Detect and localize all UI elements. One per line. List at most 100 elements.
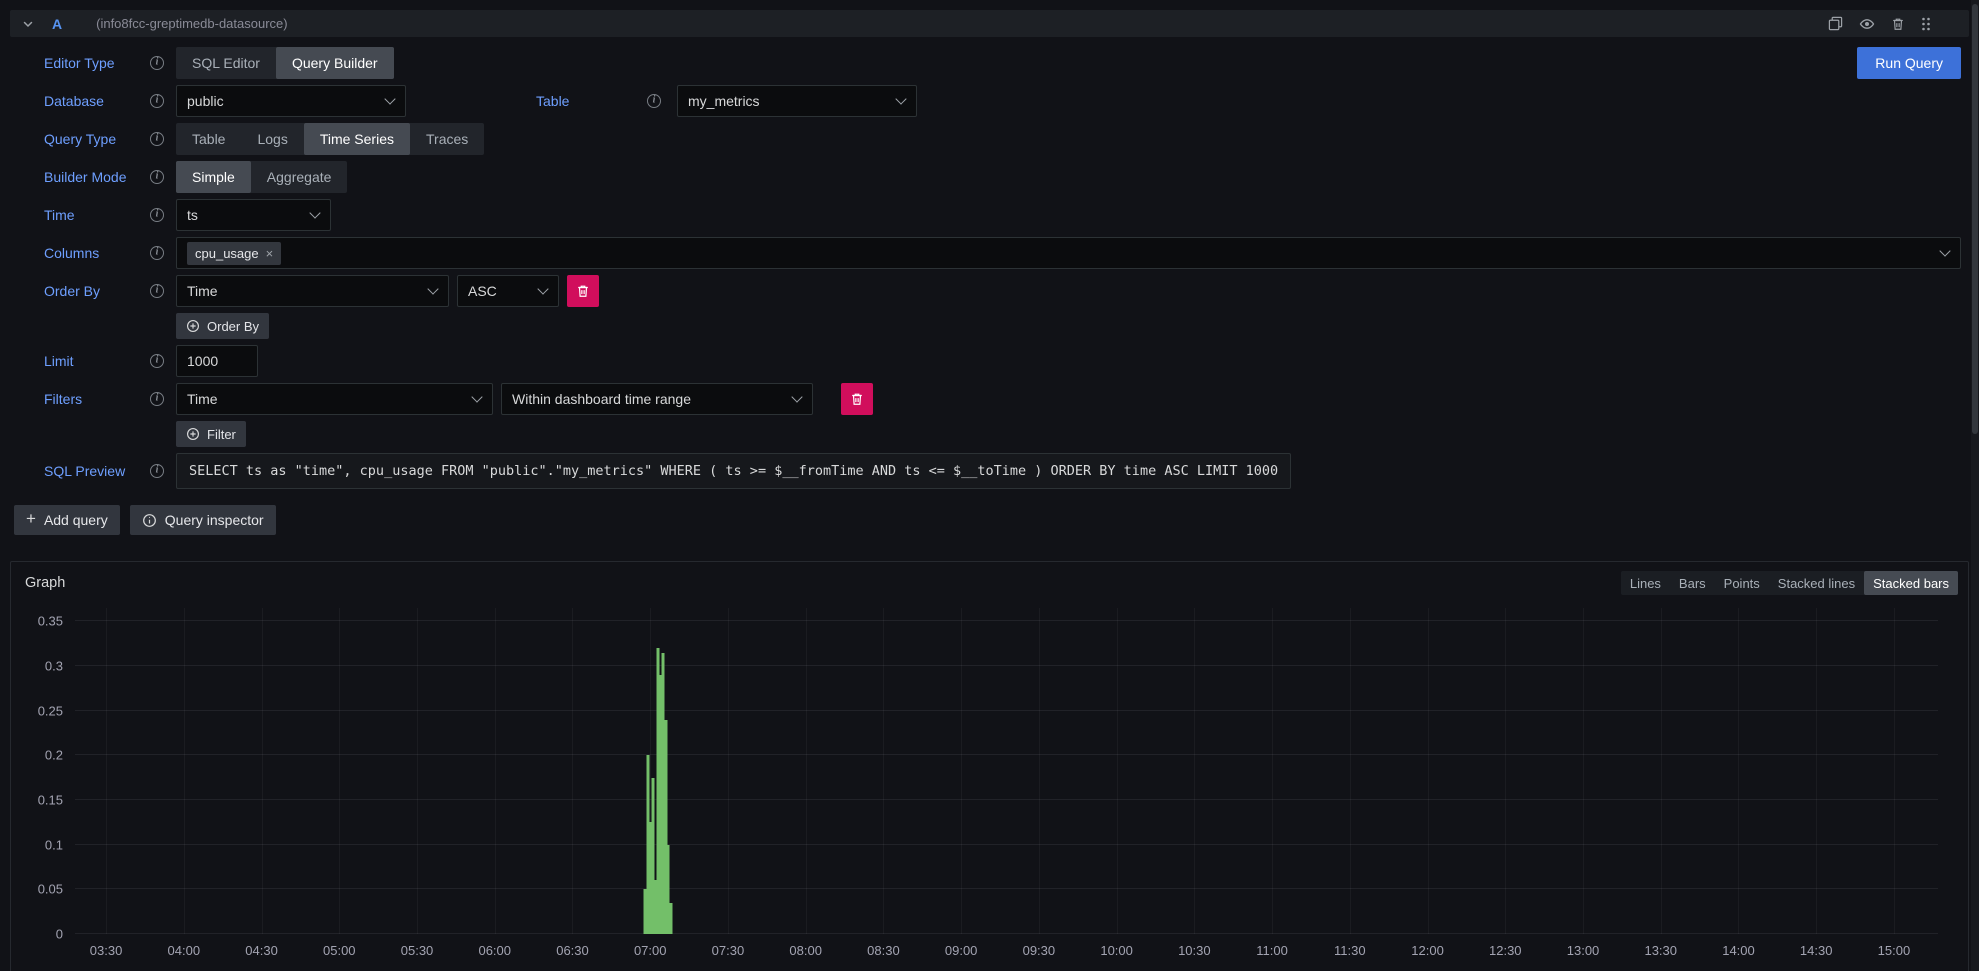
x-tick-label: 13:00 bbox=[1567, 943, 1600, 958]
order-by-field-select[interactable]: Time bbox=[176, 275, 449, 307]
column-tag[interactable]: cpu_usage × bbox=[187, 242, 281, 265]
info-icon[interactable] bbox=[150, 354, 164, 368]
y-tick-label: 0 bbox=[56, 928, 63, 941]
v-gridline bbox=[1117, 608, 1118, 934]
x-tick-label: 13:30 bbox=[1644, 943, 1677, 958]
v-gridline bbox=[339, 608, 340, 934]
filters-label: Filters bbox=[44, 391, 164, 407]
y-tick-label: 0.3 bbox=[45, 660, 63, 673]
remove-tag-icon[interactable]: × bbox=[266, 247, 274, 260]
radio-sql-editor[interactable]: SQL Editor bbox=[176, 47, 276, 79]
mode-bars[interactable]: Bars bbox=[1670, 571, 1715, 595]
add-order-by-button[interactable]: Order By bbox=[176, 313, 269, 339]
query-editor: Editor Type SQL Editor Query Builder Run… bbox=[10, 37, 1969, 489]
x-tick-label: 11:30 bbox=[1334, 943, 1366, 958]
field-label-text: Columns bbox=[44, 245, 99, 261]
query-ref-id[interactable]: A bbox=[52, 16, 62, 32]
scrollbar[interactable] bbox=[1971, 0, 1979, 971]
radio-logs[interactable]: Logs bbox=[241, 123, 303, 155]
database-select[interactable]: public bbox=[176, 85, 406, 117]
x-tick-label: 09:00 bbox=[945, 943, 978, 958]
mode-stacked-lines[interactable]: Stacked lines bbox=[1769, 571, 1864, 595]
order-by-direction-select[interactable]: ASC bbox=[457, 275, 559, 307]
query-type-label: Query Type bbox=[44, 131, 164, 147]
run-query-button[interactable]: Run Query bbox=[1857, 47, 1961, 79]
radio-aggregate[interactable]: Aggregate bbox=[251, 161, 348, 193]
remove-order-by-button[interactable] bbox=[567, 275, 599, 307]
info-icon[interactable] bbox=[647, 94, 661, 108]
info-icon[interactable] bbox=[150, 208, 164, 222]
plus-circle-icon bbox=[186, 319, 200, 333]
info-icon[interactable] bbox=[150, 170, 164, 184]
time-select[interactable]: ts bbox=[176, 199, 331, 231]
x-tick-label: 08:30 bbox=[867, 943, 900, 958]
mode-stacked-bars[interactable]: Stacked bars bbox=[1864, 571, 1958, 595]
builder-mode-row: Builder Mode Simple Aggregate bbox=[44, 161, 1961, 193]
limit-input[interactable] bbox=[176, 345, 258, 377]
trash-icon[interactable] bbox=[1891, 17, 1905, 31]
limit-row: Limit bbox=[44, 345, 1961, 377]
y-tick-label: 0.1 bbox=[45, 838, 63, 851]
database-table-row: Database public Table my_metrics bbox=[44, 85, 1961, 117]
chart-bar[interactable] bbox=[669, 903, 672, 934]
v-gridline bbox=[1194, 608, 1195, 934]
field-label-text: Limit bbox=[44, 353, 74, 369]
scrollbar-thumb[interactable] bbox=[1972, 4, 1978, 434]
eye-icon[interactable] bbox=[1859, 16, 1875, 32]
mode-points[interactable]: Points bbox=[1715, 571, 1769, 595]
h-gridline bbox=[75, 933, 1938, 934]
copy-icon[interactable] bbox=[1828, 16, 1843, 31]
radio-time-series[interactable]: Time Series bbox=[304, 123, 410, 155]
x-tick-label: 15:00 bbox=[1878, 943, 1911, 958]
graph-panel: Graph Lines Bars Points Stacked lines St… bbox=[10, 561, 1969, 971]
add-order-by-row: Order By bbox=[44, 313, 1961, 339]
field-label-text: Filters bbox=[44, 391, 82, 407]
x-tick-label: 06:00 bbox=[478, 943, 511, 958]
h-gridline bbox=[75, 844, 1938, 845]
h-gridline bbox=[75, 754, 1938, 755]
columns-multiselect[interactable]: cpu_usage × bbox=[176, 237, 1961, 269]
filter-condition-select[interactable]: Within dashboard time range bbox=[501, 383, 813, 415]
plus-icon: + bbox=[26, 509, 36, 529]
info-icon[interactable] bbox=[150, 464, 164, 478]
order-by-row: Order By Time ASC bbox=[44, 275, 1961, 307]
h-gridline bbox=[75, 710, 1938, 711]
v-gridline bbox=[961, 608, 962, 934]
info-icon[interactable] bbox=[150, 246, 164, 260]
v-gridline bbox=[262, 608, 263, 934]
v-gridline bbox=[417, 608, 418, 934]
info-icon[interactable] bbox=[150, 392, 164, 406]
add-filter-button[interactable]: Filter bbox=[176, 421, 246, 447]
x-tick-label: 10:30 bbox=[1178, 943, 1211, 958]
query-type-row: Query Type Table Logs Time Series Traces bbox=[44, 123, 1961, 155]
drag-handle-icon[interactable] bbox=[1921, 16, 1931, 32]
chevron-down-icon bbox=[471, 391, 482, 402]
x-tick-label: 04:30 bbox=[245, 943, 278, 958]
add-query-button[interactable]: + Add query bbox=[14, 505, 120, 535]
button-label: Query inspector bbox=[165, 512, 264, 528]
mode-lines[interactable]: Lines bbox=[1621, 571, 1670, 595]
v-gridline bbox=[806, 608, 807, 934]
builder-mode-radio-group: Simple Aggregate bbox=[176, 161, 347, 193]
table-select[interactable]: my_metrics bbox=[677, 85, 917, 117]
field-label-text: Order By bbox=[44, 283, 100, 299]
info-icon[interactable] bbox=[150, 56, 164, 70]
remove-filter-button[interactable] bbox=[841, 383, 873, 415]
v-gridline bbox=[1039, 608, 1040, 934]
select-value: ts bbox=[187, 207, 198, 223]
info-icon[interactable] bbox=[150, 132, 164, 146]
radio-query-builder[interactable]: Query Builder bbox=[276, 47, 394, 79]
filter-field-select[interactable]: Time bbox=[176, 383, 493, 415]
query-row-header[interactable]: A (info8fcc-greptimedb-datasource) bbox=[10, 10, 1969, 37]
radio-simple[interactable]: Simple bbox=[176, 161, 251, 193]
collapse-button[interactable] bbox=[22, 18, 34, 30]
info-icon[interactable] bbox=[150, 284, 164, 298]
chart-plot[interactable]: 00.050.10.150.20.250.30.3503:3004:0004:3… bbox=[75, 608, 1938, 934]
select-value: Time bbox=[187, 391, 218, 407]
info-icon[interactable] bbox=[150, 94, 164, 108]
x-tick-label: 07:00 bbox=[634, 943, 667, 958]
radio-traces[interactable]: Traces bbox=[410, 123, 484, 155]
radio-table[interactable]: Table bbox=[176, 123, 241, 155]
query-inspector-button[interactable]: Query inspector bbox=[130, 505, 276, 535]
chevron-down-icon bbox=[22, 18, 34, 30]
